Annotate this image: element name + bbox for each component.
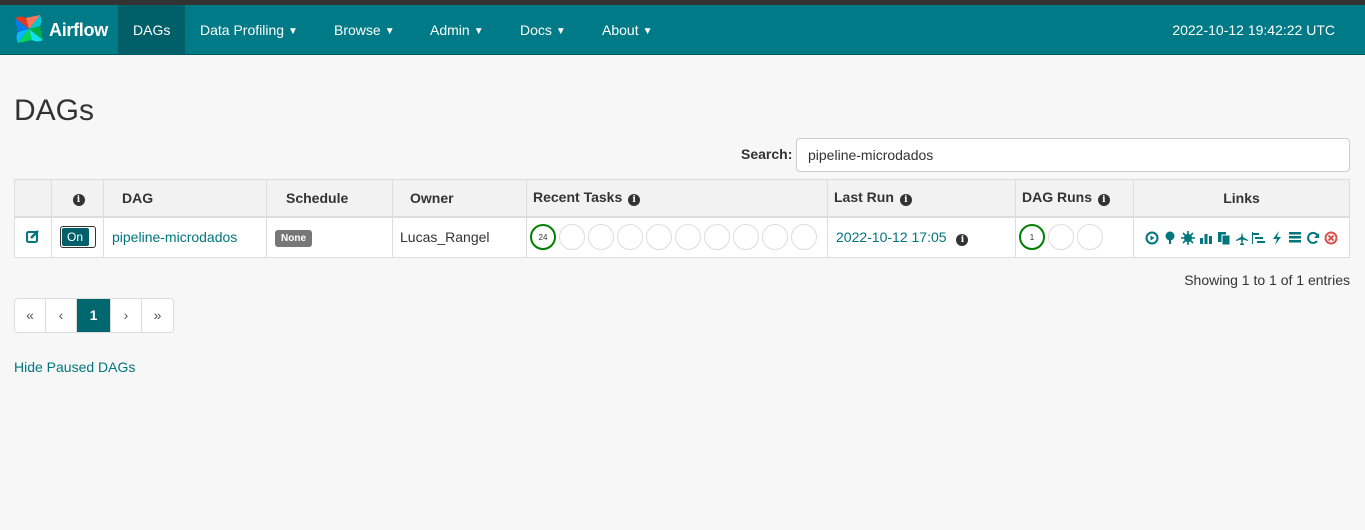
entries-count: Showing 1 to 1 of 1 entries — [1184, 272, 1350, 288]
task-state-circle[interactable] — [791, 224, 817, 251]
chevron-down-icon: ▼ — [473, 26, 484, 37]
recent-tasks-cell: 24 — [526, 216, 828, 258]
info-icon[interactable]: i — [899, 194, 912, 207]
nav-dags-label: DAGs — [133, 22, 171, 38]
task-state-circle[interactable] — [733, 224, 759, 251]
nav-data-profiling[interactable]: Data Profiling ▼ — [200, 5, 298, 55]
header-owner[interactable]: Owner — [392, 179, 527, 218]
duration-chart-icon[interactable] — [1199, 229, 1213, 245]
trigger-dag-icon[interactable] — [1145, 229, 1159, 245]
tree-view-icon[interactable] — [1163, 229, 1177, 245]
pagination: « ‹ 1 › » — [14, 298, 174, 333]
task-state-circle[interactable] — [704, 224, 730, 251]
hide-paused-dags-link[interactable]: Hide Paused DAGs — [14, 359, 135, 375]
chevron-down-icon: ▼ — [288, 26, 298, 37]
header-dag-runs: DAG Runs i — [1015, 179, 1134, 218]
table-row: On pipeline-microdados None Lucas_Rangel… — [14, 216, 1350, 258]
dags-table: i DAG Schedule Owner Recent Tasks i Last… — [14, 179, 1350, 258]
delete-dag-icon[interactable] — [1324, 229, 1338, 245]
pagination-last[interactable]: » — [142, 299, 173, 332]
nav-admin-label: Admin — [430, 22, 470, 38]
airflow-pinwheel-icon — [12, 12, 46, 49]
logs-icon[interactable] — [1288, 229, 1302, 245]
landing-times-icon[interactable] — [1235, 229, 1249, 246]
nav-about[interactable]: About ▼ — [602, 5, 653, 55]
run-state-success[interactable]: 1 — [1019, 224, 1045, 251]
chevron-down-icon: ▼ — [642, 26, 653, 37]
toggle-on-label: On — [61, 228, 89, 247]
last-run-cell: 2022-10-12 17:05 i — [827, 216, 1016, 258]
dag-link[interactable]: pipeline-microdados — [112, 229, 237, 245]
info-icon: i — [72, 194, 85, 207]
nav-browse-label: Browse — [334, 22, 381, 38]
info-icon[interactable]: i — [628, 194, 641, 207]
info-icon[interactable]: i — [1097, 194, 1110, 207]
dag-pause-toggle[interactable]: On — [59, 226, 96, 249]
header-schedule[interactable]: Schedule — [266, 179, 393, 218]
task-state-circle[interactable] — [588, 224, 614, 251]
utc-clock: 2022-10-12 19:42:22 UTC — [1172, 22, 1335, 38]
task-state-success[interactable]: 24 — [530, 224, 556, 251]
header-dag[interactable]: DAG — [103, 179, 267, 218]
graph-view-icon[interactable] — [1180, 229, 1195, 246]
chevron-down-icon: ▼ — [555, 26, 566, 37]
task-state-circle[interactable] — [646, 224, 672, 251]
edit-cell — [14, 216, 52, 258]
code-icon[interactable] — [1270, 229, 1284, 246]
dag-id-cell: pipeline-microdados — [103, 216, 267, 258]
info-icon[interactable]: i — [956, 233, 969, 246]
nav-data-profiling-label: Data Profiling — [200, 22, 285, 38]
brand-logo[interactable]: Airflow — [12, 13, 108, 47]
last-run-link[interactable]: 2022-10-12 17:05 — [836, 229, 947, 245]
schedule-badge: None — [275, 229, 312, 247]
brand-name: Airflow — [49, 19, 108, 40]
edit-icon[interactable] — [26, 229, 40, 246]
nav-dags[interactable]: DAGs — [118, 5, 186, 55]
table-header-row: i DAG Schedule Owner Recent Tasks i Last… — [14, 179, 1350, 218]
task-state-circle[interactable] — [559, 224, 585, 251]
pagination-first[interactable]: « — [15, 299, 46, 332]
top-navbar: Airflow DAGs Data Profiling ▼ Browse ▼ Adm… — [0, 5, 1365, 55]
pagination-prev[interactable]: ‹ — [46, 299, 77, 332]
chevron-down-icon: ▼ — [384, 26, 395, 37]
nav-admin[interactable]: Admin ▼ — [430, 5, 484, 55]
links-cell — [1133, 216, 1350, 258]
header-recent-tasks: Recent Tasks i — [526, 179, 828, 218]
header-info: i — [51, 179, 104, 218]
run-state-circle[interactable] — [1077, 224, 1103, 251]
header-links: Links — [1133, 179, 1350, 218]
nav-docs[interactable]: Docs ▼ — [520, 5, 566, 55]
schedule-cell: None — [266, 216, 393, 258]
task-tries-icon[interactable] — [1217, 229, 1231, 246]
task-state-circle[interactable] — [762, 224, 788, 251]
dag-runs-cell: 1 — [1015, 216, 1134, 258]
nav-docs-label: Docs — [520, 22, 552, 38]
run-state-circle[interactable] — [1048, 224, 1074, 251]
task-state-circle[interactable] — [617, 224, 643, 251]
refresh-icon[interactable] — [1306, 229, 1320, 245]
header-edit — [14, 179, 52, 218]
search-label: Search: — [741, 146, 793, 162]
toggle-cell: On — [51, 216, 104, 258]
gantt-icon[interactable] — [1252, 229, 1266, 245]
page-title: DAGs — [14, 94, 95, 127]
nav-about-label: About — [602, 22, 639, 38]
pagination-page-1[interactable]: 1 — [77, 299, 111, 332]
pagination-next[interactable]: › — [111, 299, 142, 332]
nav-browse[interactable]: Browse ▼ — [334, 5, 395, 55]
search-input[interactable] — [796, 138, 1350, 172]
owner-cell: Lucas_Rangel — [392, 216, 527, 258]
header-last-run: Last Run i — [827, 179, 1016, 218]
task-state-circle[interactable] — [675, 224, 701, 251]
